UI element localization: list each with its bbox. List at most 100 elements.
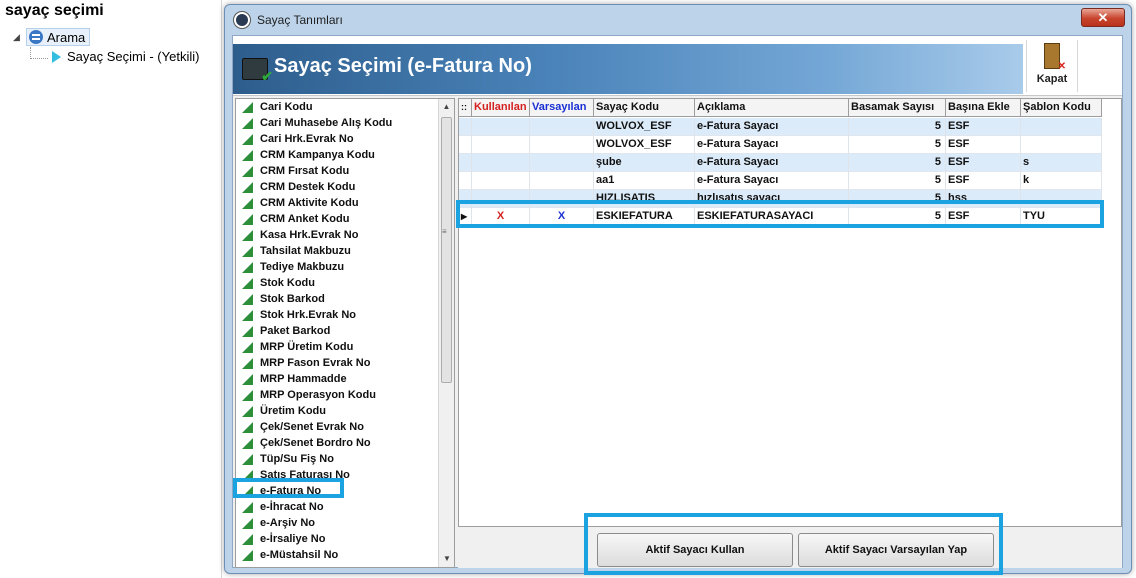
list-item[interactable]: MRP Operasyon Kodu bbox=[236, 387, 454, 403]
cell-basamak[interactable]: 5 bbox=[849, 154, 946, 172]
cell-basamak[interactable]: 5 bbox=[849, 190, 946, 208]
list-item[interactable]: MRP Üretim Kodu bbox=[236, 339, 454, 355]
cell-sayac-kodu[interactable]: ESKIEFATURA bbox=[594, 208, 695, 226]
row-indicator[interactable] bbox=[459, 118, 472, 136]
scroll-thumb[interactable] bbox=[441, 117, 452, 383]
list-item[interactable]: MRP Fason Evrak No bbox=[236, 355, 454, 371]
cell-varsayilan[interactable]: X bbox=[530, 208, 594, 226]
list-item[interactable]: e-İrsaliye No bbox=[236, 531, 454, 547]
list-item[interactable]: Tediye Makbuzu bbox=[236, 259, 454, 275]
tree-item-arama[interactable]: Arama bbox=[26, 28, 91, 46]
cell-aciklama[interactable]: hızlısatış sayacı bbox=[695, 190, 849, 208]
col-varsayilan[interactable]: Varsayılan bbox=[530, 99, 594, 117]
row-indicator[interactable] bbox=[459, 172, 472, 190]
cell-sayac-kodu[interactable]: WOLVOX_ESF bbox=[594, 118, 695, 136]
list-item[interactable]: Paket Barkod bbox=[236, 323, 454, 339]
row-indicator[interactable] bbox=[459, 154, 472, 172]
table-row[interactable]: aa1 e-Fatura Sayacı 5 ESF k bbox=[459, 172, 1102, 190]
list-item[interactable]: Cari Kodu bbox=[236, 99, 454, 115]
list-item[interactable]: e-Müstahsil No bbox=[236, 547, 454, 563]
cell-sablon[interactable]: s bbox=[1021, 154, 1102, 172]
table-row[interactable]: HIZLISATIS hızlısatış sayacı 5 hss bbox=[459, 190, 1102, 208]
col-basamak-sayisi[interactable]: Basamak Sayısı bbox=[849, 99, 946, 117]
cell-kullanilan[interactable] bbox=[472, 172, 530, 190]
title-bar[interactable]: Sayaç Tanımları ✕ bbox=[225, 5, 1131, 35]
col-sablon-kodu[interactable]: Şablon Kodu bbox=[1021, 99, 1102, 117]
cell-basina-ekle[interactable]: ESF bbox=[946, 208, 1021, 226]
counter-type-list[interactable]: Cari Kodu Cari Muhasebe Alış Kodu Cari Hrk… bbox=[235, 98, 455, 568]
cell-sablon[interactable] bbox=[1021, 136, 1102, 154]
table-row[interactable]: WOLVOX_ESF e-Fatura Sayacı 5 ESF bbox=[459, 136, 1102, 154]
cell-varsayilan[interactable] bbox=[530, 154, 594, 172]
set-default-counter-button[interactable]: Aktif Sayacı Varsayılan Yap bbox=[798, 533, 994, 567]
tree-item-sayac-secimi[interactable]: Sayaç Seçimi - (Yetkili) bbox=[52, 49, 199, 64]
col-basina-ekle[interactable]: Başına Ekle bbox=[946, 99, 1021, 117]
cell-aciklama[interactable]: e-Fatura Sayacı bbox=[695, 154, 849, 172]
list-item[interactable]: e-Fatura No bbox=[236, 483, 454, 499]
cell-aciklama[interactable]: e-Fatura Sayacı bbox=[695, 172, 849, 190]
cell-sablon[interactable] bbox=[1021, 118, 1102, 136]
list-item[interactable]: CRM Anket Kodu bbox=[236, 211, 454, 227]
list-item[interactable]: Tüp/Su Fiş No bbox=[236, 451, 454, 467]
cell-varsayilan[interactable] bbox=[530, 136, 594, 154]
list-item[interactable]: CRM Aktivite Kodu bbox=[236, 195, 454, 211]
list-item[interactable]: Satış Faturası No bbox=[236, 467, 454, 483]
row-indicator[interactable] bbox=[459, 136, 472, 154]
cell-varsayilan[interactable] bbox=[530, 118, 594, 136]
list-item[interactable]: CRM Fırsat Kodu bbox=[236, 163, 454, 179]
cell-aciklama[interactable]: e-Fatura Sayacı bbox=[695, 136, 849, 154]
cell-basina-ekle[interactable]: ESF bbox=[946, 118, 1021, 136]
list-item[interactable]: Stok Kodu bbox=[236, 275, 454, 291]
cell-varsayilan[interactable] bbox=[530, 190, 594, 208]
list-item[interactable]: Cari Muhasebe Alış Kodu bbox=[236, 115, 454, 131]
list-item[interactable]: Çek/Senet Bordro No bbox=[236, 435, 454, 451]
list-item[interactable]: Tahsilat Makbuzu bbox=[236, 243, 454, 259]
table-row[interactable]: şube e-Fatura Sayacı 5 ESF s bbox=[459, 154, 1102, 172]
cell-sablon[interactable] bbox=[1021, 190, 1102, 208]
cell-basamak[interactable]: 5 bbox=[849, 208, 946, 226]
list-item[interactable]: Çek/Senet Evrak No bbox=[236, 419, 454, 435]
list-item[interactable]: Stok Hrk.Evrak No bbox=[236, 307, 454, 323]
cell-basamak[interactable]: 5 bbox=[849, 136, 946, 154]
counter-grid[interactable]: :: Kullanılan Varsayılan Sayaç Kodu Açık… bbox=[458, 98, 1122, 527]
cell-sablon[interactable]: TYU bbox=[1021, 208, 1102, 226]
tree-expand-icon[interactable]: ◢ bbox=[13, 32, 20, 43]
list-item[interactable]: Cari Hrk.Evrak No bbox=[236, 131, 454, 147]
table-row[interactable]: WOLVOX_ESF e-Fatura Sayacı 5 ESF bbox=[459, 118, 1102, 136]
list-item[interactable]: Kasa Hrk.Evrak No bbox=[236, 227, 454, 243]
list-item[interactable]: Stok Barkod bbox=[236, 291, 454, 307]
cell-kullanilan[interactable] bbox=[472, 118, 530, 136]
cell-sablon[interactable]: k bbox=[1021, 172, 1102, 190]
cell-varsayilan[interactable] bbox=[530, 172, 594, 190]
cell-kullanilan[interactable] bbox=[472, 136, 530, 154]
cell-basamak[interactable]: 5 bbox=[849, 172, 946, 190]
cell-sayac-kodu[interactable]: WOLVOX_ESF bbox=[594, 136, 695, 154]
cell-kullanilan[interactable] bbox=[472, 154, 530, 172]
close-button[interactable]: ✕ bbox=[1081, 8, 1125, 27]
cell-basina-ekle[interactable]: hss bbox=[946, 190, 1021, 208]
cell-basina-ekle[interactable]: ESF bbox=[946, 154, 1021, 172]
scroll-up-icon[interactable]: ▲ bbox=[439, 99, 454, 115]
col-kullanilan[interactable]: Kullanılan bbox=[472, 99, 530, 117]
cell-aciklama[interactable]: ESKIEFATURASAYACI bbox=[695, 208, 849, 226]
col-sayac-kodu[interactable]: Sayaç Kodu bbox=[594, 99, 695, 117]
cell-kullanilan[interactable] bbox=[472, 190, 530, 208]
list-scrollbar[interactable]: ▲ ≡ ▼ bbox=[438, 99, 454, 567]
cell-sayac-kodu[interactable]: şube bbox=[594, 154, 695, 172]
kapat-button[interactable]: Kapat bbox=[1026, 40, 1078, 92]
list-item[interactable]: MRP Hammadde bbox=[236, 371, 454, 387]
cell-sayac-kodu[interactable]: HIZLISATIS bbox=[594, 190, 695, 208]
cell-kullanilan[interactable]: X bbox=[472, 208, 530, 226]
cell-basina-ekle[interactable]: ESF bbox=[946, 172, 1021, 190]
scroll-down-icon[interactable]: ▼ bbox=[439, 551, 454, 567]
list-item[interactable]: CRM Kampanya Kodu bbox=[236, 147, 454, 163]
list-item[interactable]: CRM Destek Kodu bbox=[236, 179, 454, 195]
col-aciklama[interactable]: Açıklama bbox=[695, 99, 849, 117]
cell-basina-ekle[interactable]: ESF bbox=[946, 136, 1021, 154]
cell-sayac-kodu[interactable]: aa1 bbox=[594, 172, 695, 190]
row-indicator-icon[interactable]: ▶ bbox=[459, 208, 472, 226]
table-row[interactable]: ▶ X X ESKIEFATURA ESKIEFATURASAYACI 5 ESF TYU bbox=[459, 208, 1102, 226]
list-item[interactable]: e-Arşiv No bbox=[236, 515, 454, 531]
list-item[interactable]: Üretim Kodu bbox=[236, 403, 454, 419]
use-active-counter-button[interactable]: Aktif Sayacı Kullan bbox=[597, 533, 793, 567]
